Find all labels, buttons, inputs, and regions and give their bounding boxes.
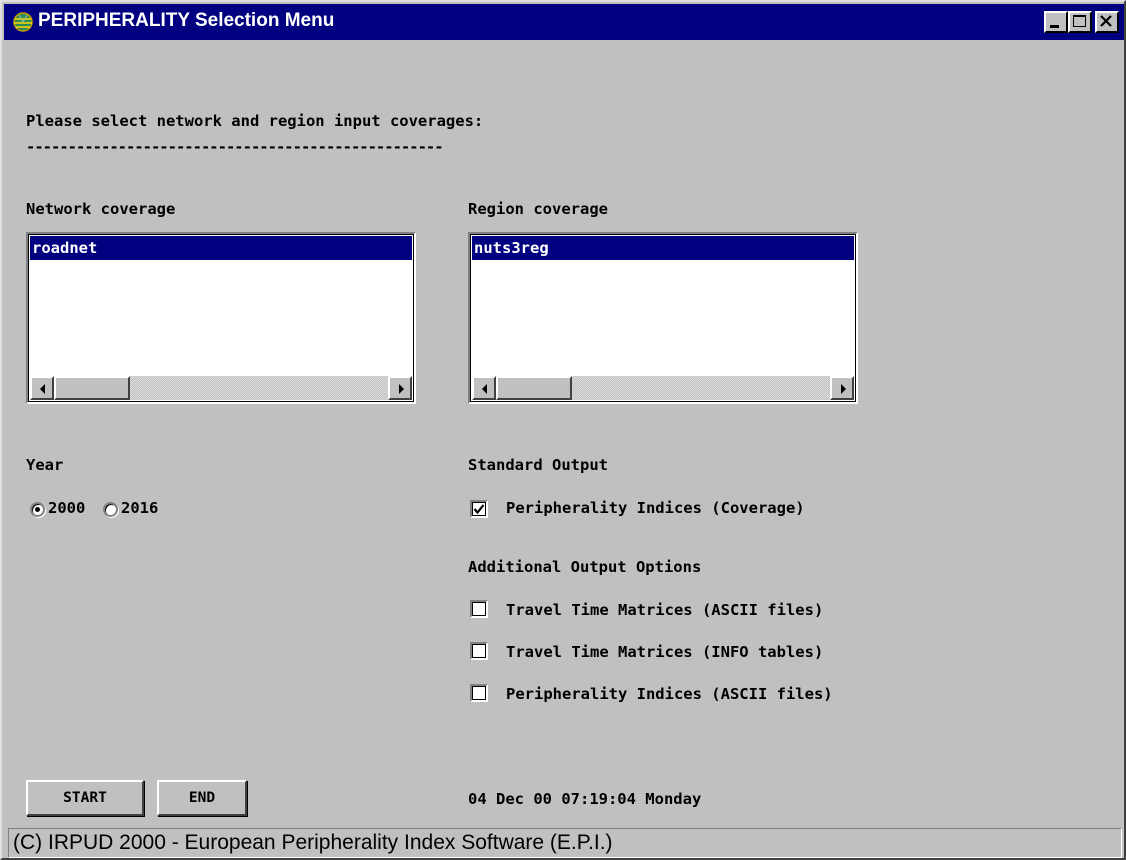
year-2016-radio[interactable] (103, 502, 118, 517)
arrow-left-icon (40, 384, 45, 394)
checkmark-icon (473, 504, 485, 515)
network-coverage-list[interactable]: roadnet (26, 232, 416, 404)
datetime-text: 04 Dec 00 07:19:04 Monday (468, 790, 702, 808)
selection-menu-window: PERIPHERALITY Selection Menu Please sele… (0, 0, 1126, 860)
info-tables-label[interactable]: Travel Time Matrices (INFO tables) (506, 643, 823, 661)
copyright-text: (C) IRPUD 2000 - European Peripherality … (13, 831, 613, 854)
scroll-thumb[interactable] (496, 376, 572, 400)
scroll-thumb[interactable] (54, 376, 130, 400)
status-bar: (C) IRPUD 2000 - European Peripherality … (8, 828, 1122, 858)
network-list-hscrollbar[interactable] (30, 376, 412, 400)
arrow-left-icon (482, 384, 487, 394)
year-2016-label[interactable]: 2016 (121, 499, 158, 517)
title-bar[interactable]: PERIPHERALITY Selection Menu (4, 4, 1124, 40)
minimize-button[interactable] (1044, 11, 1068, 33)
year-2000-radio[interactable] (30, 502, 45, 517)
end-button[interactable]: END (157, 780, 247, 816)
scroll-right-button[interactable] (388, 376, 412, 400)
additional-output-label: Additional Output Options (468, 558, 702, 576)
arrow-right-icon (841, 384, 846, 394)
ascii-matrices-label[interactable]: Travel Time Matrices (ASCII files) (506, 601, 823, 619)
window-title: PERIPHERALITY Selection Menu (38, 10, 335, 31)
close-icon (1100, 15, 1112, 27)
arrow-right-icon (399, 384, 404, 394)
peripherality-coverage-checkbox[interactable] (470, 500, 488, 518)
scroll-left-button[interactable] (472, 376, 496, 400)
peripherality-ascii-checkbox[interactable] (470, 684, 488, 702)
peripherality-ascii-label[interactable]: Peripherality Indices (ASCII files) (506, 685, 833, 703)
minimize-icon (1050, 25, 1059, 28)
start-button[interactable]: START (26, 780, 144, 816)
maximize-button[interactable] (1068, 11, 1092, 33)
region-list-hscrollbar[interactable] (472, 376, 854, 400)
standard-output-label: Standard Output (468, 456, 608, 474)
ascii-matrices-checkbox[interactable] (470, 600, 488, 618)
network-list-item-selected[interactable]: roadnet (30, 236, 412, 260)
region-list-item-selected[interactable]: nuts3reg (472, 236, 854, 260)
scroll-right-button[interactable] (830, 376, 854, 400)
region-coverage-list[interactable]: nuts3reg (468, 232, 858, 404)
prompt-divider: ----------------------------------------… (26, 138, 444, 156)
scroll-left-button[interactable] (30, 376, 54, 400)
info-tables-checkbox[interactable] (470, 642, 488, 660)
peripherality-coverage-label[interactable]: Peripherality Indices (Coverage) (506, 499, 805, 517)
app-globe-icon (13, 12, 33, 32)
year-label: Year (26, 456, 64, 474)
radio-selected-dot (35, 507, 40, 512)
year-2000-label[interactable]: 2000 (48, 499, 85, 517)
close-button[interactable] (1095, 11, 1119, 33)
network-coverage-label: Network coverage (26, 200, 176, 218)
prompt-text: Please select network and region input c… (26, 112, 484, 130)
maximize-icon (1073, 15, 1086, 27)
region-coverage-label: Region coverage (468, 200, 608, 218)
